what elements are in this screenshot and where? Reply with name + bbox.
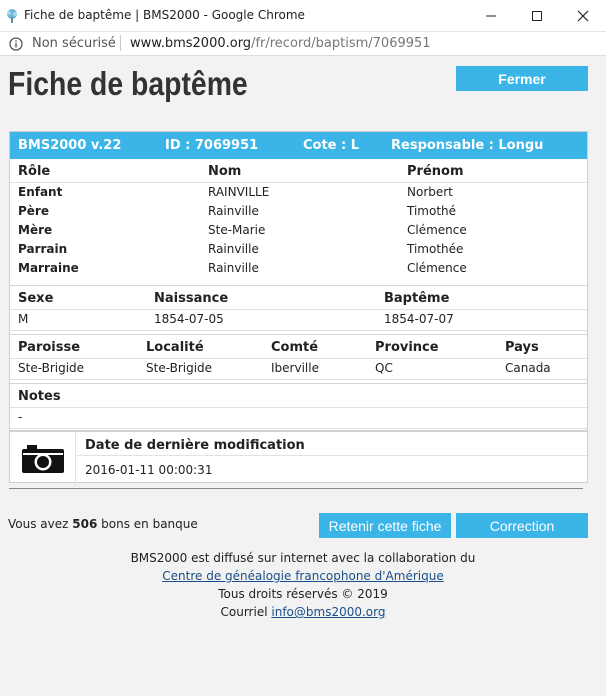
- bank-balance: Vous avez 506 bons en banque: [8, 517, 198, 531]
- header-comte: Comté: [271, 340, 319, 355]
- value-naissance: 1854-07-05: [154, 312, 224, 326]
- header-bapteme: Baptême: [384, 291, 450, 306]
- window-title: Fiche de baptême | BMS2000 - Google Chro…: [24, 8, 305, 22]
- modification-header-row: Date de dernière modification: [77, 432, 587, 456]
- table-row: Enfant RAINVILLE Norbert: [10, 183, 587, 202]
- people-header-row: Rôle Nom Prénom: [10, 159, 587, 183]
- header-modification: Date de dernière modification: [85, 438, 305, 453]
- table-row: Marraine Rainville Clémence: [10, 259, 587, 278]
- header-paroisse: Paroisse: [18, 340, 81, 355]
- row-prenom: Timothé: [407, 204, 457, 218]
- row-role: Enfant: [18, 185, 63, 199]
- footer-collaboration: BMS2000 est diffusé sur internet avec la…: [130, 551, 476, 565]
- table-row: Parrain Rainville Timothée: [10, 240, 587, 259]
- notes-section: Notes -: [10, 383, 587, 430]
- row-prenom: Norbert: [407, 185, 453, 199]
- camera-cell: [10, 432, 76, 486]
- address-bar[interactable]: Non sécurisé www.bms2000.org/fr/record/b…: [0, 32, 606, 56]
- modification-value-row: 2016-01-11 00:00:31: [77, 460, 587, 479]
- url-host: www.bms2000.org: [130, 36, 252, 51]
- vitals-section: Sexe Naissance Baptême M 1854-07-05 1854…: [10, 285, 587, 332]
- record-cote: Cote : L: [303, 138, 360, 153]
- footer: BMS2000 est diffusé sur internet avec la…: [0, 549, 606, 621]
- url-text[interactable]: www.bms2000.org/fr/record/baptism/706995…: [130, 36, 431, 51]
- row-nom: Rainville: [208, 261, 259, 275]
- row-prenom: Clémence: [407, 223, 467, 237]
- row-role: Père: [18, 204, 49, 218]
- vitals-header-row: Sexe Naissance Baptême: [10, 286, 587, 310]
- value-modification: 2016-01-11 00:00:31: [85, 463, 213, 477]
- maximize-icon: [532, 11, 542, 21]
- row-prenom: Timothée: [407, 242, 464, 256]
- footer-email-link[interactable]: info@bms2000.org: [271, 605, 385, 619]
- header-sexe: Sexe: [18, 291, 54, 306]
- row-nom: Rainville: [208, 242, 259, 256]
- page-title: Fiche de baptême: [8, 65, 248, 102]
- correction-button[interactable]: Correction: [456, 513, 588, 538]
- header-province: Province: [375, 340, 439, 355]
- footer-copyright: Tous droits réservés © 2019: [218, 587, 388, 601]
- bank-count: 506: [72, 517, 98, 531]
- info-icon[interactable]: [9, 37, 23, 51]
- divider: [9, 488, 583, 489]
- row-role: Parrain: [18, 242, 68, 256]
- record-version: BMS2000 v.22: [18, 138, 122, 153]
- value-paroisse: Ste-Brigide: [18, 361, 85, 375]
- maximize-button[interactable]: [514, 0, 560, 32]
- row-role: Mère: [18, 223, 53, 237]
- page-content: Fiche de baptême Fermer BMS2000 v.22 ID …: [0, 57, 606, 696]
- row-nom: Ste-Marie: [208, 223, 266, 237]
- url-path: /fr/record/baptism/7069951: [251, 36, 431, 51]
- value-notes: -: [18, 410, 23, 424]
- record-card: BMS2000 v.22 ID : 7069951 Cote : L Respo…: [9, 131, 588, 486]
- header-prenom: Prénom: [407, 164, 464, 179]
- minimize-icon: [486, 15, 496, 17]
- window-titlebar: Fiche de baptême | BMS2000 - Google Chro…: [0, 0, 606, 32]
- people-section: Rôle Nom Prénom Enfant RAINVILLE Norbert…: [10, 159, 587, 275]
- place-section: Paroisse Localité Comté Province Pays St…: [10, 334, 587, 381]
- header-nom: Nom: [208, 164, 242, 179]
- close-button[interactable]: Fermer: [456, 66, 588, 91]
- place-header-row: Paroisse Localité Comté Province Pays: [10, 335, 587, 359]
- record-header: BMS2000 v.22 ID : 7069951 Cote : L Respo…: [10, 132, 587, 159]
- header-naissance: Naissance: [154, 291, 229, 306]
- value-localite: Ste-Brigide: [146, 361, 213, 375]
- app-tree-icon: [7, 9, 17, 23]
- footer-centre-link[interactable]: Centre de généalogie francophone d'Améri…: [162, 569, 443, 583]
- value-province: QC: [375, 361, 393, 375]
- header-localite: Localité: [146, 340, 204, 355]
- header-notes: Notes: [18, 389, 61, 404]
- value-comte: Iberville: [271, 361, 319, 375]
- row-role: Marraine: [18, 261, 79, 275]
- row-prenom: Clémence: [407, 261, 467, 275]
- record-id: ID : 7069951: [165, 138, 259, 153]
- close-icon: [577, 10, 589, 22]
- minimize-button[interactable]: [468, 0, 514, 32]
- row-nom: Rainville: [208, 204, 259, 218]
- close-window-button[interactable]: [560, 0, 606, 32]
- place-value-row: Ste-Brigide Ste-Brigide Iberville QC Can…: [10, 359, 587, 380]
- value-bapteme: 1854-07-07: [384, 312, 454, 326]
- camera-icon: [22, 445, 64, 473]
- row-nom: RAINVILLE: [208, 185, 270, 199]
- address-separator: [120, 35, 121, 51]
- vitals-value-row: M 1854-07-05 1854-07-07: [10, 310, 587, 331]
- window-controls: [468, 0, 606, 32]
- security-status[interactable]: Non sécurisé: [32, 36, 116, 51]
- value-pays: Canada: [505, 361, 551, 375]
- keep-record-button[interactable]: Retenir cette fiche: [319, 513, 451, 538]
- table-row: Mère Ste-Marie Clémence: [10, 221, 587, 240]
- notes-header-row: Notes: [10, 384, 587, 408]
- footer-email-prefix: Courriel: [220, 605, 268, 619]
- table-row: Père Rainville Timothé: [10, 202, 587, 221]
- modification-section: Date de dernière modification 2016-01-11…: [10, 430, 587, 486]
- footer-email-line: Courriel info@bms2000.org: [0, 603, 606, 621]
- header-pays: Pays: [505, 340, 539, 355]
- header-role: Rôle: [18, 164, 51, 179]
- notes-value-row: -: [10, 408, 587, 429]
- value-sexe: M: [18, 312, 29, 326]
- bank-prefix: Vous avez: [8, 517, 69, 531]
- bank-suffix: bons en banque: [101, 517, 198, 531]
- record-responsable: Responsable : Longu: [391, 138, 544, 153]
